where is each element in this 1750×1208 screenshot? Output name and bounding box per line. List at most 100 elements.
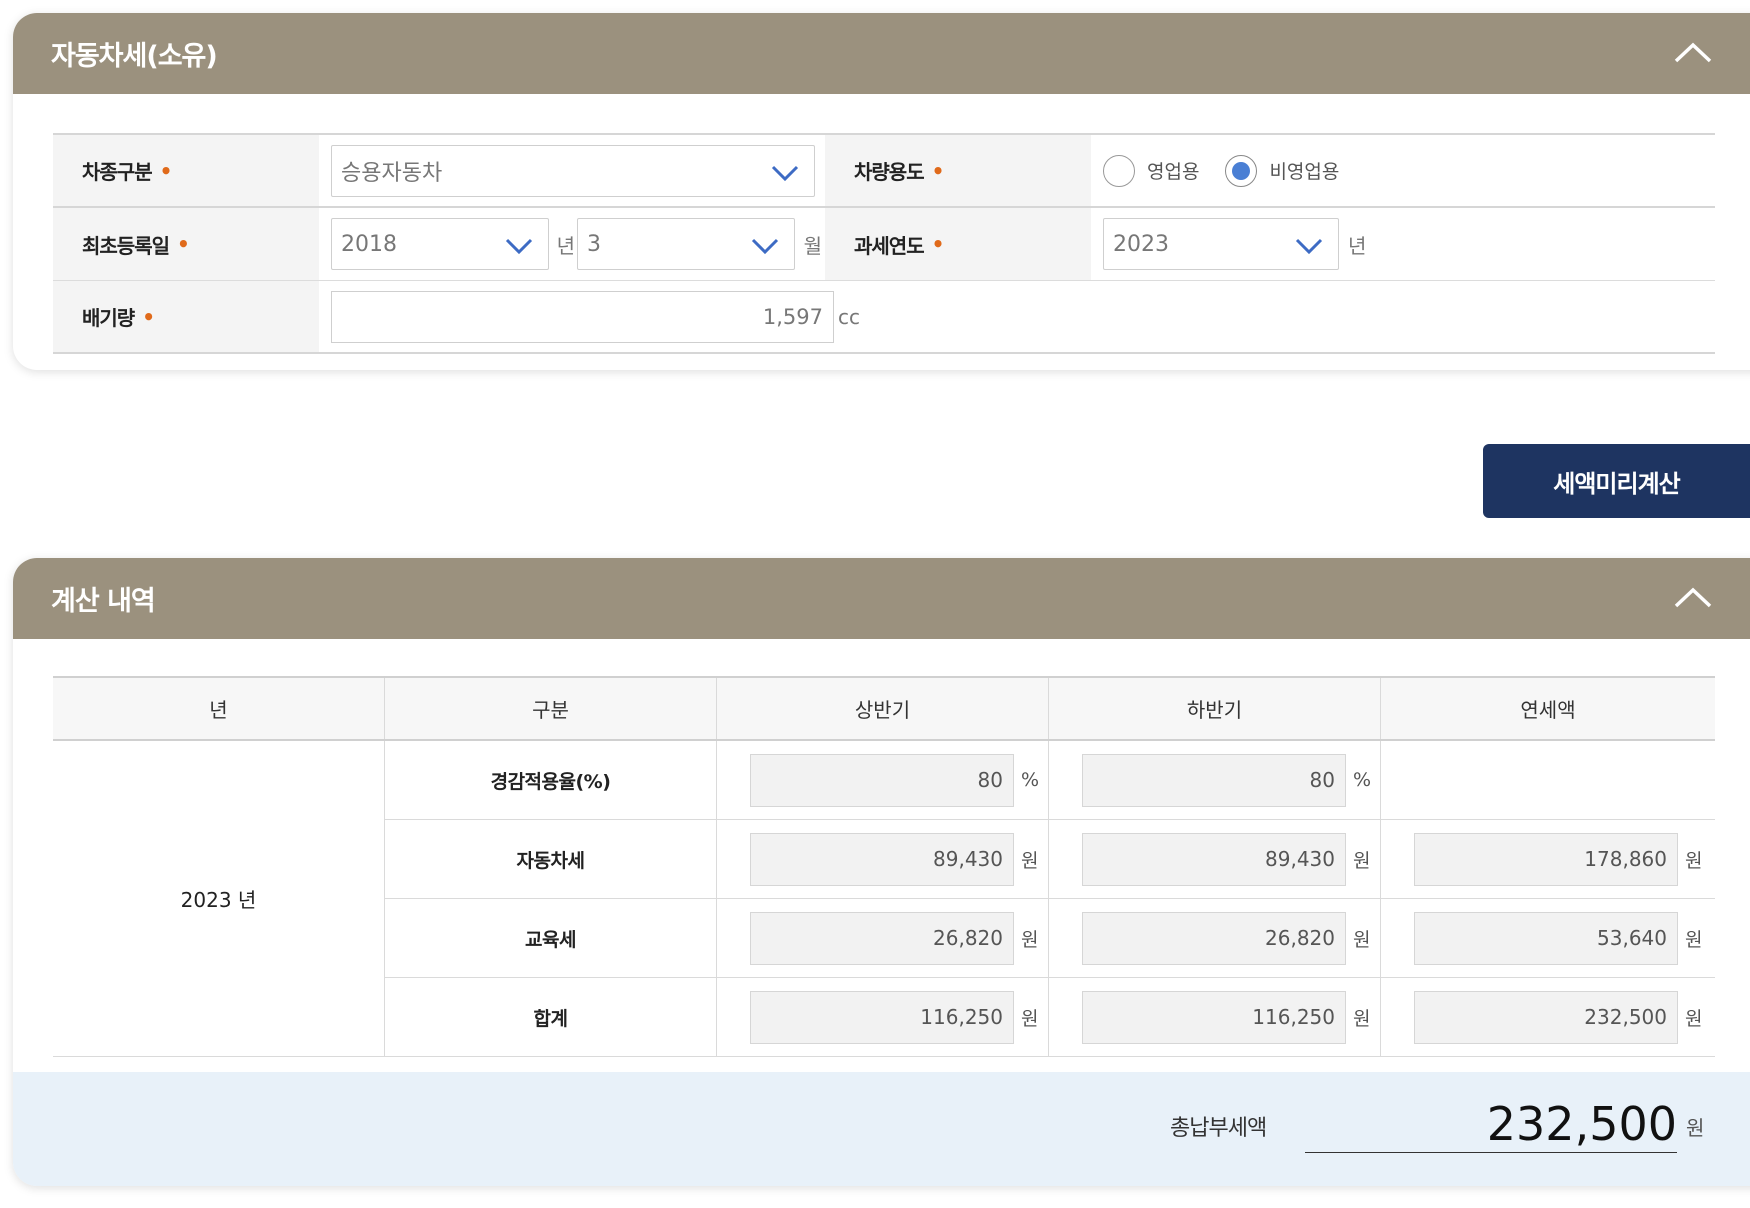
total-tax-unit: 원 [1686, 1116, 1705, 1140]
unit-label: 원 [1685, 1007, 1703, 1030]
header-category: 구분 [385, 678, 717, 739]
unit-label: % [1353, 769, 1372, 791]
form-row-registration: 최초등록일 • 2018 년 3 월 과세연도 • 2023 년 [53, 208, 1715, 281]
table-row: 합계 116,250 원 116,250 원 232,500 원 [385, 978, 1715, 1057]
first-half-cell: 89,430 원 [717, 820, 1049, 898]
second-half-cell: 89,430 원 [1049, 820, 1381, 898]
row-label: 경감적용율(%) [385, 741, 717, 819]
calculation-header[interactable]: 계산 내역 [13, 558, 1750, 639]
second-half-value: 26,820 [1082, 911, 1346, 965]
form-row-displacement: 배기량 • 1,597 cc [53, 281, 1715, 354]
reg-date-cell: 2018 년 3 월 [319, 208, 825, 280]
total-tax-label: 총납부세액 [1170, 1116, 1267, 1141]
displacement-unit: cc [838, 304, 860, 329]
chevron-down-icon [771, 165, 799, 181]
unit-label: % [1021, 769, 1040, 791]
chevron-down-icon [751, 238, 778, 255]
form-row-car-type: 차종구분 • 승용자동차 차량용도 • 영업용 비영업용 [53, 135, 1715, 208]
year-cell: 2023 년 [53, 741, 385, 1057]
chevron-down-icon [505, 238, 532, 255]
car-type-value: 승용자동차 [341, 160, 443, 186]
calculation-title: 계산 내역 [51, 586, 156, 617]
calculate-tax-button[interactable]: 세액미리계산 [1483, 444, 1750, 518]
required-mark: • [142, 304, 155, 329]
annual-cell: 178,860 원 [1381, 820, 1715, 898]
first-half-cell: 116,250 원 [717, 978, 1049, 1056]
table-row: 교육세 26,820 원 26,820 원 53,640 원 [385, 899, 1715, 978]
tax-year-label: 과세연도 • [825, 208, 1091, 280]
tax-year-unit: 년 [1348, 233, 1367, 258]
table-row: 자동차세 89,430 원 89,430 원 178,860 원 [385, 820, 1715, 899]
second-half-cell: 26,820 원 [1049, 899, 1381, 977]
annual-cell: 232,500 원 [1381, 978, 1715, 1056]
unit-label: 원 [1353, 849, 1371, 872]
radio-non-business[interactable] [1225, 154, 1258, 187]
chevron-up-icon[interactable] [1673, 37, 1713, 67]
car-type-label: 차종구분 • [53, 135, 319, 206]
header-first-half: 상반기 [717, 678, 1049, 739]
total-tax-value: 232,500 [1305, 1096, 1677, 1153]
month-unit: 월 [803, 233, 822, 258]
year-unit: 년 [556, 233, 575, 258]
annual-cell: 53,640 원 [1381, 899, 1715, 977]
required-mark: • [931, 158, 945, 183]
vehicle-tax-header[interactable]: 자동차세(소유) [13, 13, 1750, 94]
chevron-down-icon [1295, 238, 1323, 255]
unit-label: 원 [1021, 849, 1039, 872]
table-rows: 경감적용율(%) 80% 80% 자동차세 89,430 원 89,430 원 17… [385, 741, 1715, 1057]
usage-radio-group: 영업용 비영업용 [1091, 135, 1715, 206]
displacement-label: 배기량 • [53, 281, 319, 352]
displacement-cell: 1,597 cc [319, 281, 1715, 352]
unit-label: 원 [1353, 928, 1371, 951]
unit-label: 원 [1353, 1007, 1371, 1030]
vehicle-tax-panel: 자동차세(소유) 차종구분 • 승용자동차 차량용도 • 영업용 비영업용 최초등록… [13, 13, 1750, 370]
row-label: 자동차세 [385, 820, 717, 898]
reg-month-select[interactable]: 3 [577, 218, 795, 270]
first-half-value: 80 [750, 753, 1014, 807]
reg-date-label: 최초등록일 • [53, 208, 319, 280]
annual-cell-empty [1381, 741, 1715, 819]
tax-year-value: 2023 [1113, 231, 1169, 257]
unit-label: 원 [1021, 1007, 1039, 1030]
displacement-input[interactable]: 1,597 [331, 290, 834, 343]
radio-business[interactable] [1103, 154, 1135, 187]
table-header-row: 년 구분 상반기 하반기 연세액 [53, 678, 1715, 741]
required-mark: • [931, 232, 945, 256]
annual-value: 232,500 [1414, 990, 1678, 1044]
unit-label: 원 [1685, 849, 1703, 872]
table-body: 2023 년 경감적용율(%) 80% 80% 자동차세 89,430 원 89,… [53, 741, 1715, 1057]
radio-non-business-label[interactable]: 비영업용 [1269, 157, 1339, 184]
usage-label: 차량용도 • [825, 135, 1091, 206]
second-half-value: 116,250 [1082, 990, 1346, 1044]
vehicle-form: 차종구분 • 승용자동차 차량용도 • 영업용 비영업용 최초등록일 • 2018 [53, 133, 1715, 354]
second-half-cell: 116,250 원 [1049, 978, 1381, 1056]
first-half-value: 116,250 [750, 990, 1014, 1044]
vehicle-tax-title: 자동차세(소유) [51, 41, 218, 72]
tax-year-cell: 2023 년 [1091, 208, 1715, 280]
car-type-select[interactable]: 승용자동차 [331, 144, 815, 197]
second-half-cell: 80% [1049, 741, 1381, 819]
first-half-value: 26,820 [750, 911, 1014, 965]
header-year: 년 [53, 678, 385, 739]
reg-month-value: 3 [587, 231, 601, 257]
second-half-value: 80 [1082, 753, 1346, 807]
header-second-half: 하반기 [1049, 678, 1381, 739]
reg-year-select[interactable]: 2018 [331, 218, 549, 270]
unit-label: 원 [1685, 928, 1703, 951]
chevron-up-icon[interactable] [1673, 582, 1713, 612]
unit-label: 원 [1021, 928, 1039, 951]
annual-value: 53,640 [1414, 911, 1678, 965]
row-label: 교육세 [385, 899, 717, 977]
reg-year-value: 2018 [341, 231, 397, 257]
first-half-value: 89,430 [750, 832, 1014, 886]
first-half-cell: 80% [717, 741, 1049, 819]
table-row: 경감적용율(%) 80% 80% [385, 741, 1715, 820]
second-half-value: 89,430 [1082, 832, 1346, 886]
annual-value: 178,860 [1414, 832, 1678, 886]
first-half-cell: 26,820 원 [717, 899, 1049, 977]
header-annual: 연세액 [1520, 698, 1576, 722]
tax-year-select[interactable]: 2023 [1103, 218, 1339, 270]
radio-business-label[interactable]: 영업용 [1147, 157, 1199, 184]
car-type-cell: 승용자동차 [319, 135, 825, 206]
row-label: 합계 [385, 978, 717, 1056]
